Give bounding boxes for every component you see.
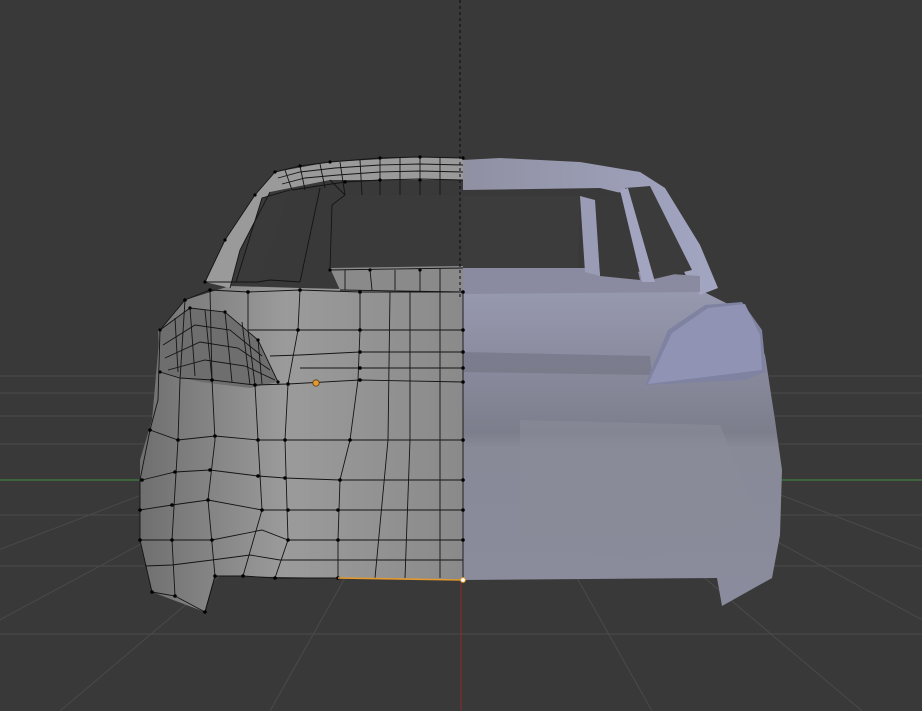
3d-viewport[interactable] bbox=[0, 0, 922, 711]
mesh-left-half[interactable] bbox=[140, 157, 463, 612]
mesh-right-half[interactable] bbox=[463, 158, 782, 606]
selected-vertex[interactable] bbox=[460, 577, 466, 583]
3d-cursor-icon[interactable] bbox=[312, 379, 320, 387]
viewport-scene[interactable] bbox=[0, 0, 922, 711]
